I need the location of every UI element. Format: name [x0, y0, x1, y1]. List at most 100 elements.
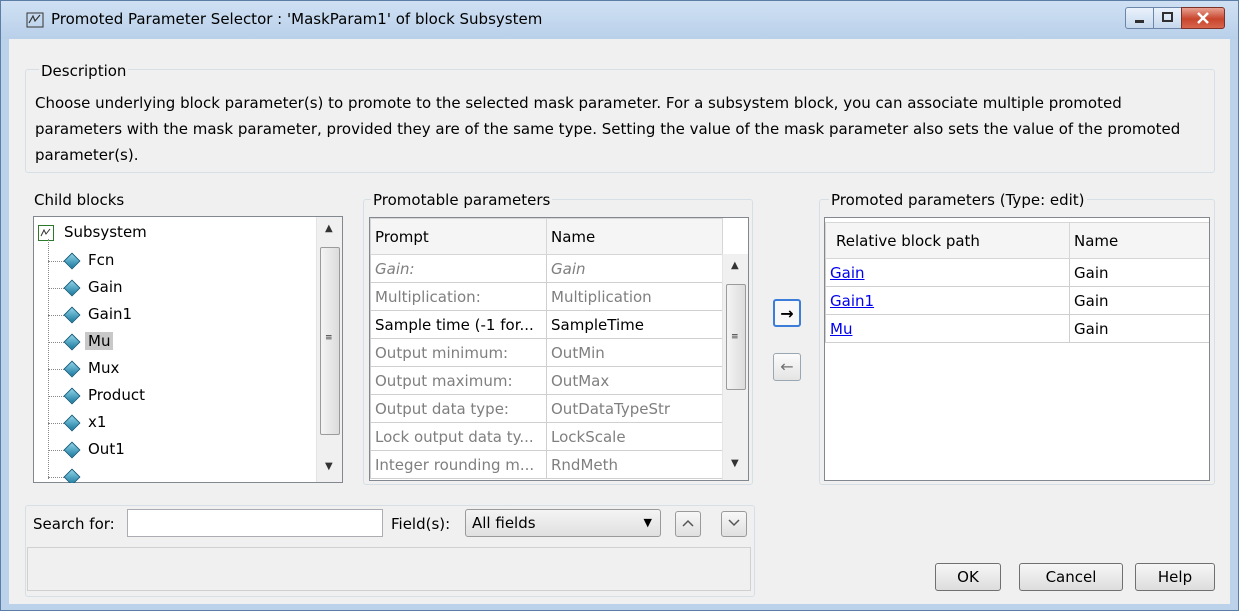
- name-cell: OutDataTypeStr: [546, 394, 723, 423]
- tree-label: Mu: [85, 332, 114, 350]
- promotable-label: Promotable parameters: [371, 191, 553, 209]
- block-link[interactable]: Mu: [830, 320, 852, 338]
- scroll-up-icon[interactable]: ▲: [731, 260, 739, 271]
- search-previous-button[interactable]: [675, 511, 701, 537]
- add-parameter-button[interactable]: →: [773, 299, 801, 327]
- description-label: Description: [39, 62, 129, 80]
- help-button[interactable]: Help: [1135, 563, 1215, 591]
- block-link[interactable]: Gain: [830, 264, 865, 282]
- tree-item[interactable]: Mux: [34, 355, 314, 383]
- tree-label: Product: [88, 386, 145, 404]
- left-arrow-icon: ←: [780, 357, 794, 376]
- cancel-button[interactable]: Cancel: [1019, 563, 1123, 591]
- tree-item[interactable]: x1: [34, 409, 314, 437]
- column-header-prompt[interactable]: Prompt: [370, 218, 547, 255]
- table-row[interactable]: Sample time (-1 for... SampleTime: [370, 310, 723, 339]
- chevron-up-icon: [682, 519, 694, 527]
- table-row[interactable]: Gain Gain: [825, 258, 1209, 287]
- name-cell: OutMin: [546, 338, 723, 367]
- tree-item[interactable]: Product: [34, 382, 314, 410]
- path-cell[interactable]: Gain: [825, 258, 1070, 287]
- tree-label: Gain: [88, 278, 123, 296]
- minimize-button[interactable]: [1125, 7, 1154, 29]
- block-icon: [63, 279, 81, 297]
- tree-label: Mux: [88, 359, 120, 377]
- remove-parameter-button[interactable]: ←: [773, 353, 801, 381]
- ok-button[interactable]: OK: [935, 563, 1001, 591]
- description-text: Choose underlying block parameter(s) to …: [35, 94, 1181, 164]
- tree-label-root: Subsystem: [64, 223, 147, 241]
- block-icon: [63, 333, 81, 351]
- tree-label: Out1: [88, 440, 125, 458]
- scroll-grip-icon: ≡: [325, 333, 333, 343]
- fields-label: Field(s):: [391, 515, 451, 533]
- prompt-cell: Sample time (-1 for...: [370, 310, 547, 339]
- tree-item[interactable]: Fcn: [34, 247, 314, 275]
- child-blocks-tree[interactable]: Subsystem Fcn Gain Gain1 Mu Mux Product: [33, 216, 343, 483]
- table-row[interactable]: Mu Gain: [825, 314, 1209, 343]
- prompt-cell: Lock output data ty...: [370, 422, 547, 451]
- scroll-down-icon[interactable]: ▼: [731, 458, 739, 469]
- block-icon: [63, 360, 81, 378]
- prompt-cell: Output minimum:: [370, 338, 547, 367]
- table-row[interactable]: Output data type: OutDataTypeStr: [370, 394, 723, 423]
- tree-scrollbar[interactable]: ▲ ≡ ▼: [316, 217, 342, 482]
- block-icon: [63, 468, 81, 483]
- tree-item-partial: [34, 463, 314, 483]
- promotable-table[interactable]: Prompt Name Gain: Gain Multiplication: M…: [369, 217, 749, 481]
- minimize-icon: [1135, 20, 1144, 23]
- close-icon: [1197, 12, 1209, 24]
- column-header-name[interactable]: Name: [1069, 222, 1209, 259]
- name-cell: Multiplication: [546, 282, 723, 311]
- scroll-down-icon[interactable]: ▼: [325, 461, 333, 472]
- tree-item-root[interactable]: Subsystem: [34, 219, 314, 247]
- table-row[interactable]: Gain1 Gain: [825, 286, 1209, 315]
- table-row[interactable]: Output minimum: OutMin: [370, 338, 723, 367]
- fields-select[interactable]: All fields ▼: [465, 509, 661, 537]
- maximize-button[interactable]: [1153, 7, 1182, 29]
- table-row[interactable]: Lock output data ty... LockScale: [370, 422, 723, 451]
- block-parameter-icon: [26, 12, 44, 28]
- search-next-button[interactable]: [721, 511, 747, 537]
- table-row[interactable]: Integer rounding m... RndMeth: [370, 450, 723, 479]
- search-input[interactable]: [127, 509, 383, 537]
- table-row[interactable]: Multiplication: Multiplication: [370, 282, 723, 311]
- tree-item-selected[interactable]: Mu: [34, 328, 314, 356]
- fields-select-value: All fields: [472, 514, 536, 532]
- block-icon: [63, 306, 81, 324]
- column-header-name[interactable]: Name: [546, 218, 723, 255]
- search-label: Search for:: [33, 515, 115, 533]
- block-link[interactable]: Gain1: [830, 292, 874, 310]
- promoted-table[interactable]: Relative block path Name Gain Gain Gain1…: [824, 217, 1210, 481]
- name-cell: LockScale: [546, 422, 723, 451]
- chevron-down-icon: [728, 519, 740, 527]
- block-icon: [63, 414, 81, 432]
- search-status-area: [27, 547, 751, 591]
- table-row[interactable]: Gain: Gain: [370, 254, 723, 283]
- path-cell[interactable]: Mu: [825, 314, 1070, 343]
- close-button[interactable]: [1181, 7, 1225, 29]
- window-title: Promoted Parameter Selector : 'MaskParam…: [51, 10, 543, 28]
- table-row[interactable]: Output maximum: OutMax: [370, 366, 723, 395]
- prompt-cell: Gain:: [370, 254, 547, 283]
- promotable-scrollbar[interactable]: ▲ ≡ ▼: [722, 254, 748, 480]
- column-header-path[interactable]: Relative block path: [825, 222, 1070, 259]
- tree-label: Gain1: [88, 305, 133, 323]
- promoted-label: Promoted parameters (Type: edit): [829, 191, 1087, 209]
- title-bar[interactable]: Promoted Parameter Selector : 'MaskParam…: [1, 1, 1238, 39]
- path-cell[interactable]: Gain1: [825, 286, 1070, 315]
- block-icon: [63, 252, 81, 270]
- prompt-cell: Output maximum:: [370, 366, 547, 395]
- tree-item[interactable]: Gain: [34, 274, 314, 302]
- chevron-down-icon: ▼: [643, 516, 652, 529]
- name-cell: Gain: [1069, 286, 1209, 315]
- scroll-grip-icon: ≡: [731, 332, 739, 342]
- prompt-cell: Multiplication:: [370, 282, 547, 311]
- tree-label: Fcn: [88, 251, 115, 269]
- prompt-cell: Output data type:: [370, 394, 547, 423]
- scroll-up-icon[interactable]: ▲: [325, 223, 333, 234]
- block-icon: [63, 441, 81, 459]
- tree-item[interactable]: Out1: [34, 436, 314, 464]
- name-cell: RndMeth: [546, 450, 723, 479]
- tree-item[interactable]: Gain1: [34, 301, 314, 329]
